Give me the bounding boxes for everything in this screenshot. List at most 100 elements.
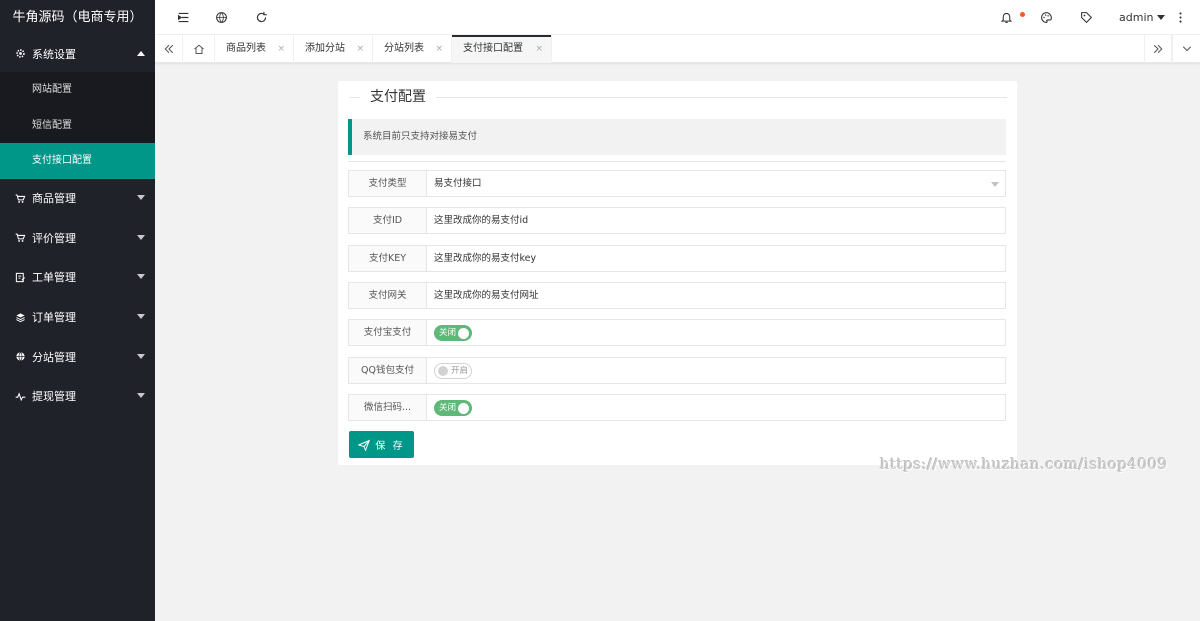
- sidebar-group-withdrawals[interactable]: 提现管理: [0, 376, 155, 416]
- more-vertical-icon[interactable]: [1173, 10, 1187, 24]
- close-icon[interactable]: ×: [356, 35, 364, 63]
- chevron-down-icon: [137, 314, 145, 320]
- tab-label: 商品列表: [226, 43, 266, 54]
- sidebar-group-label: 提现管理: [32, 390, 76, 404]
- notice-banner: 系统目前只支持对接易支付: [348, 119, 1006, 155]
- sidebar-group-label: 订单管理: [32, 311, 76, 325]
- pay-id-input[interactable]: 这里改成你的易支付id: [427, 208, 1005, 233]
- username: admin: [1119, 11, 1154, 24]
- field-label: QQ钱包支付: [349, 358, 427, 383]
- caret-down-icon: [1157, 15, 1166, 20]
- chevron-up-icon: [137, 50, 145, 56]
- payment-config-card: 支付配置 系统目前只支持对接易支付 支付类型 易支付接口 支付ID 这里改成你的…: [338, 81, 1017, 465]
- chevron-down-icon: [137, 234, 145, 240]
- switch-knob: [458, 327, 469, 339]
- tab-label: 支付接口配置: [463, 43, 523, 54]
- chevron-down-icon: [137, 274, 145, 280]
- switch-knob: [458, 402, 469, 414]
- bell-icon[interactable]: [999, 10, 1013, 24]
- field-label: 微信扫码...: [349, 395, 427, 420]
- switch-text: 关闭: [439, 328, 457, 338]
- refresh-icon[interactable]: [254, 10, 268, 24]
- close-icon[interactable]: ×: [435, 35, 443, 63]
- sidebar-group-products[interactable]: 商品管理: [0, 179, 155, 219]
- home-icon[interactable]: [183, 35, 215, 63]
- close-icon[interactable]: ×: [535, 35, 543, 63]
- wechat-toggle[interactable]: 关闭: [434, 400, 472, 416]
- tabs-scroll-right-icon[interactable]: [1144, 35, 1172, 63]
- sidebar-group-orders[interactable]: 订单管理: [0, 297, 155, 337]
- tab-label: 添加分站: [305, 43, 345, 54]
- sidebar-group-label: 评价管理: [32, 231, 76, 245]
- form-row-pay-id: 支付ID 这里改成你的易支付id: [348, 207, 1006, 234]
- logo[interactable]: 牛角源码（电商专用）: [0, 0, 155, 35]
- sidebar-group-label: 分站管理: [32, 350, 76, 364]
- top-header: admin: [155, 0, 1200, 35]
- sidebar: 牛角源码（电商专用） 系统设置 网站配置 短信配置 支付接口配置 商品管理 评价…: [0, 0, 155, 621]
- sidebar-group-label: 系统设置: [32, 47, 76, 61]
- notification-badge: [1020, 12, 1025, 17]
- tab-bar: 商品列表 × 添加分站 × 分站列表 × 支付接口配置 ×: [155, 35, 1200, 63]
- menu-toggle-icon[interactable]: [176, 10, 190, 24]
- select-value: 易支付接口: [434, 178, 482, 189]
- sidebar-item-sms-config[interactable]: 短信配置: [0, 108, 155, 144]
- watermark-url: https://www.huzhan.com/ishop4009: [880, 455, 1168, 473]
- tab-product-list[interactable]: 商品列表 ×: [215, 35, 294, 63]
- switch-cell: 关闭: [427, 320, 1005, 345]
- form-row-pay-key: 支付KEY 这里改成你的易支付key: [348, 245, 1006, 272]
- layers-icon: [14, 311, 26, 323]
- pay-type-select[interactable]: 易支付接口: [427, 171, 1005, 196]
- sidebar-group-substations[interactable]: 分站管理: [0, 337, 155, 377]
- tabs-scroll-left-icon[interactable]: [155, 35, 183, 63]
- tab-substation-list[interactable]: 分站列表 ×: [373, 35, 452, 63]
- theme-palette-icon[interactable]: [1039, 10, 1053, 24]
- switch-knob: [438, 366, 448, 376]
- field-label: 支付KEY: [349, 246, 427, 271]
- tab-label: 分站列表: [384, 43, 424, 54]
- field-label: 支付宝支付: [349, 320, 427, 345]
- switch-text: 开启: [451, 366, 469, 376]
- pay-gateway-input[interactable]: 这里改成你的易支付网址: [427, 283, 1005, 308]
- switch-text: 关闭: [439, 403, 457, 413]
- globe-icon[interactable]: [214, 10, 228, 24]
- tag-icon[interactable]: [1079, 10, 1093, 24]
- form-row-qq: QQ钱包支付 开启: [348, 357, 1006, 384]
- switch-cell: 开启: [427, 358, 1005, 383]
- globe-icon: [14, 351, 26, 363]
- divider: [348, 161, 1006, 162]
- send-icon: [358, 439, 371, 451]
- field-label: 支付ID: [349, 208, 427, 233]
- close-icon[interactable]: ×: [277, 35, 285, 63]
- form-row-pay-gateway: 支付网关 这里改成你的易支付网址: [348, 282, 1006, 309]
- gear-icon: [14, 48, 26, 60]
- sidebar-group-label: 商品管理: [32, 192, 76, 206]
- save-button[interactable]: 保 存: [349, 431, 414, 458]
- sidebar-group-tickets[interactable]: 工单管理: [0, 258, 155, 298]
- fieldset-border: [350, 97, 1007, 98]
- user-menu[interactable]: admin: [1119, 11, 1166, 24]
- pay-key-input[interactable]: 这里改成你的易支付key: [427, 246, 1005, 271]
- form-row-wechat: 微信扫码... 关闭: [348, 394, 1006, 421]
- pulse-icon: [14, 390, 26, 402]
- sidebar-group-reviews[interactable]: 评价管理: [0, 218, 155, 258]
- field-label: 支付类型: [349, 171, 427, 196]
- tab-payment-config[interactable]: 支付接口配置 ×: [452, 35, 552, 63]
- switch-cell: 关闭: [427, 395, 1005, 420]
- tabs-dropdown-icon[interactable]: [1172, 35, 1200, 63]
- submenu-system-settings: 网站配置 短信配置 支付接口配置: [0, 72, 155, 179]
- qq-wallet-toggle[interactable]: 开启: [434, 363, 472, 379]
- sidebar-item-payment-config[interactable]: 支付接口配置: [0, 143, 155, 179]
- sidebar-group-system-settings[interactable]: 系统设置: [0, 35, 155, 72]
- field-label: 支付网关: [349, 283, 427, 308]
- cart-icon: [14, 232, 26, 244]
- ticket-icon: [14, 271, 26, 283]
- tab-add-substation[interactable]: 添加分站 ×: [294, 35, 373, 63]
- chevron-down-icon: [991, 182, 999, 187]
- chevron-down-icon: [137, 393, 145, 399]
- cart-icon: [14, 192, 26, 204]
- form-row-alipay: 支付宝支付 关闭: [348, 319, 1006, 346]
- save-label: 保 存: [375, 441, 405, 452]
- sidebar-item-site-config[interactable]: 网站配置: [0, 72, 155, 108]
- alipay-toggle[interactable]: 关闭: [434, 325, 472, 341]
- sidebar-group-label: 工单管理: [32, 271, 76, 285]
